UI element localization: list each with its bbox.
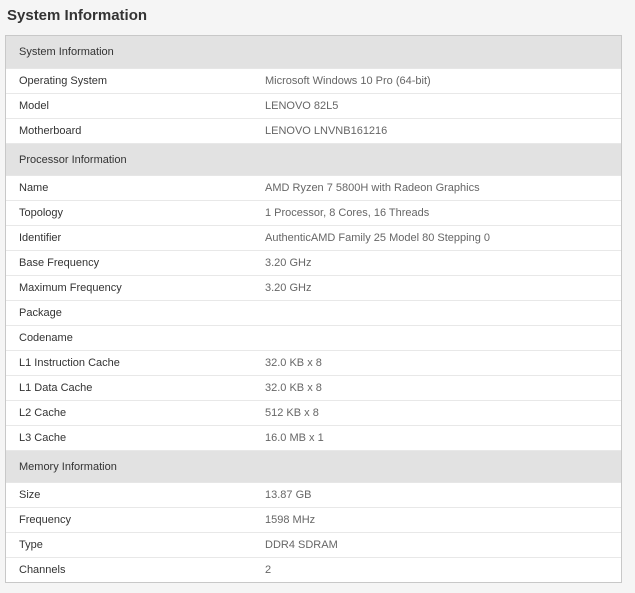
row-value: 32.0 KB x 8 — [265, 382, 322, 394]
row-label: Maximum Frequency — [19, 282, 122, 294]
row-label: Identifier — [19, 232, 62, 244]
row-label: Frequency — [19, 514, 71, 526]
table-row: Codename — [6, 326, 621, 351]
table-row: Size 13.87 GB — [6, 483, 621, 508]
table-row: Operating System Microsoft Windows 10 Pr… — [6, 69, 621, 94]
row-value: LENOVO LNVNB161216 — [265, 125, 388, 137]
section-header-system: System Information — [6, 36, 621, 69]
row-value: AMD Ryzen 7 5800H with Radeon Graphics — [265, 182, 480, 194]
section-header-memory: Memory Information — [6, 451, 621, 483]
row-value: DDR4 SDRAM — [265, 539, 338, 551]
table-row: Channels 2 — [6, 558, 621, 582]
row-label: Type — [19, 539, 43, 551]
table-row: Name AMD Ryzen 7 5800H with Radeon Graph… — [6, 176, 621, 201]
row-value: 3.20 GHz — [265, 282, 312, 294]
section-header-processor: Processor Information — [6, 144, 621, 176]
row-value: AuthenticAMD Family 25 Model 80 Stepping… — [265, 232, 491, 244]
row-value: 16.0 MB x 1 — [265, 432, 324, 444]
table-row: Model LENOVO 82L5 — [6, 94, 621, 119]
row-label: Package — [19, 307, 62, 319]
table-row: Frequency 1598 MHz — [6, 508, 621, 533]
row-value: Microsoft Windows 10 Pro (64-bit) — [265, 75, 431, 87]
page-title: System Information — [7, 7, 148, 24]
system-info-table: System Information Operating System Micr… — [5, 35, 622, 583]
table-row: Maximum Frequency 3.20 GHz — [6, 276, 621, 301]
row-label: L2 Cache — [19, 407, 67, 419]
row-label: Codename — [19, 332, 73, 344]
row-value: 1 Processor, 8 Cores, 16 Threads — [265, 207, 430, 219]
row-label: Model — [19, 100, 49, 112]
row-label: Motherboard — [19, 125, 82, 137]
row-label: L3 Cache — [19, 432, 67, 444]
row-label: Channels — [19, 564, 66, 576]
table-row: Type DDR4 SDRAM — [6, 533, 621, 558]
row-label: Size — [19, 489, 41, 501]
table-row: Base Frequency 3.20 GHz — [6, 251, 621, 276]
row-label: Operating System — [19, 75, 108, 87]
table-row: Package — [6, 301, 621, 326]
row-value: LENOVO 82L5 — [265, 100, 339, 112]
row-label: L1 Instruction Cache — [19, 357, 120, 369]
table-row: Topology 1 Processor, 8 Cores, 16 Thread… — [6, 201, 621, 226]
table-row: L1 Instruction Cache 32.0 KB x 8 — [6, 351, 621, 376]
row-label: Base Frequency — [19, 257, 100, 269]
row-label: L1 Data Cache — [19, 382, 93, 394]
row-label: Topology — [19, 207, 64, 219]
table-row: L3 Cache 16.0 MB x 1 — [6, 426, 621, 451]
row-value: 512 KB x 8 — [265, 407, 319, 419]
table-row: Motherboard LENOVO LNVNB161216 — [6, 119, 621, 144]
table-row: L1 Data Cache 32.0 KB x 8 — [6, 376, 621, 401]
table-row: L2 Cache 512 KB x 8 — [6, 401, 621, 426]
row-value: 32.0 KB x 8 — [265, 357, 322, 369]
row-value — [265, 326, 621, 350]
row-value: 2 — [265, 564, 272, 576]
table-row: Identifier AuthenticAMD Family 25 Model … — [6, 226, 621, 251]
row-value — [265, 301, 621, 325]
row-value: 3.20 GHz — [265, 257, 312, 269]
row-value: 1598 MHz — [265, 514, 316, 526]
row-value: 13.87 GB — [265, 489, 312, 501]
row-label: Name — [19, 182, 49, 194]
